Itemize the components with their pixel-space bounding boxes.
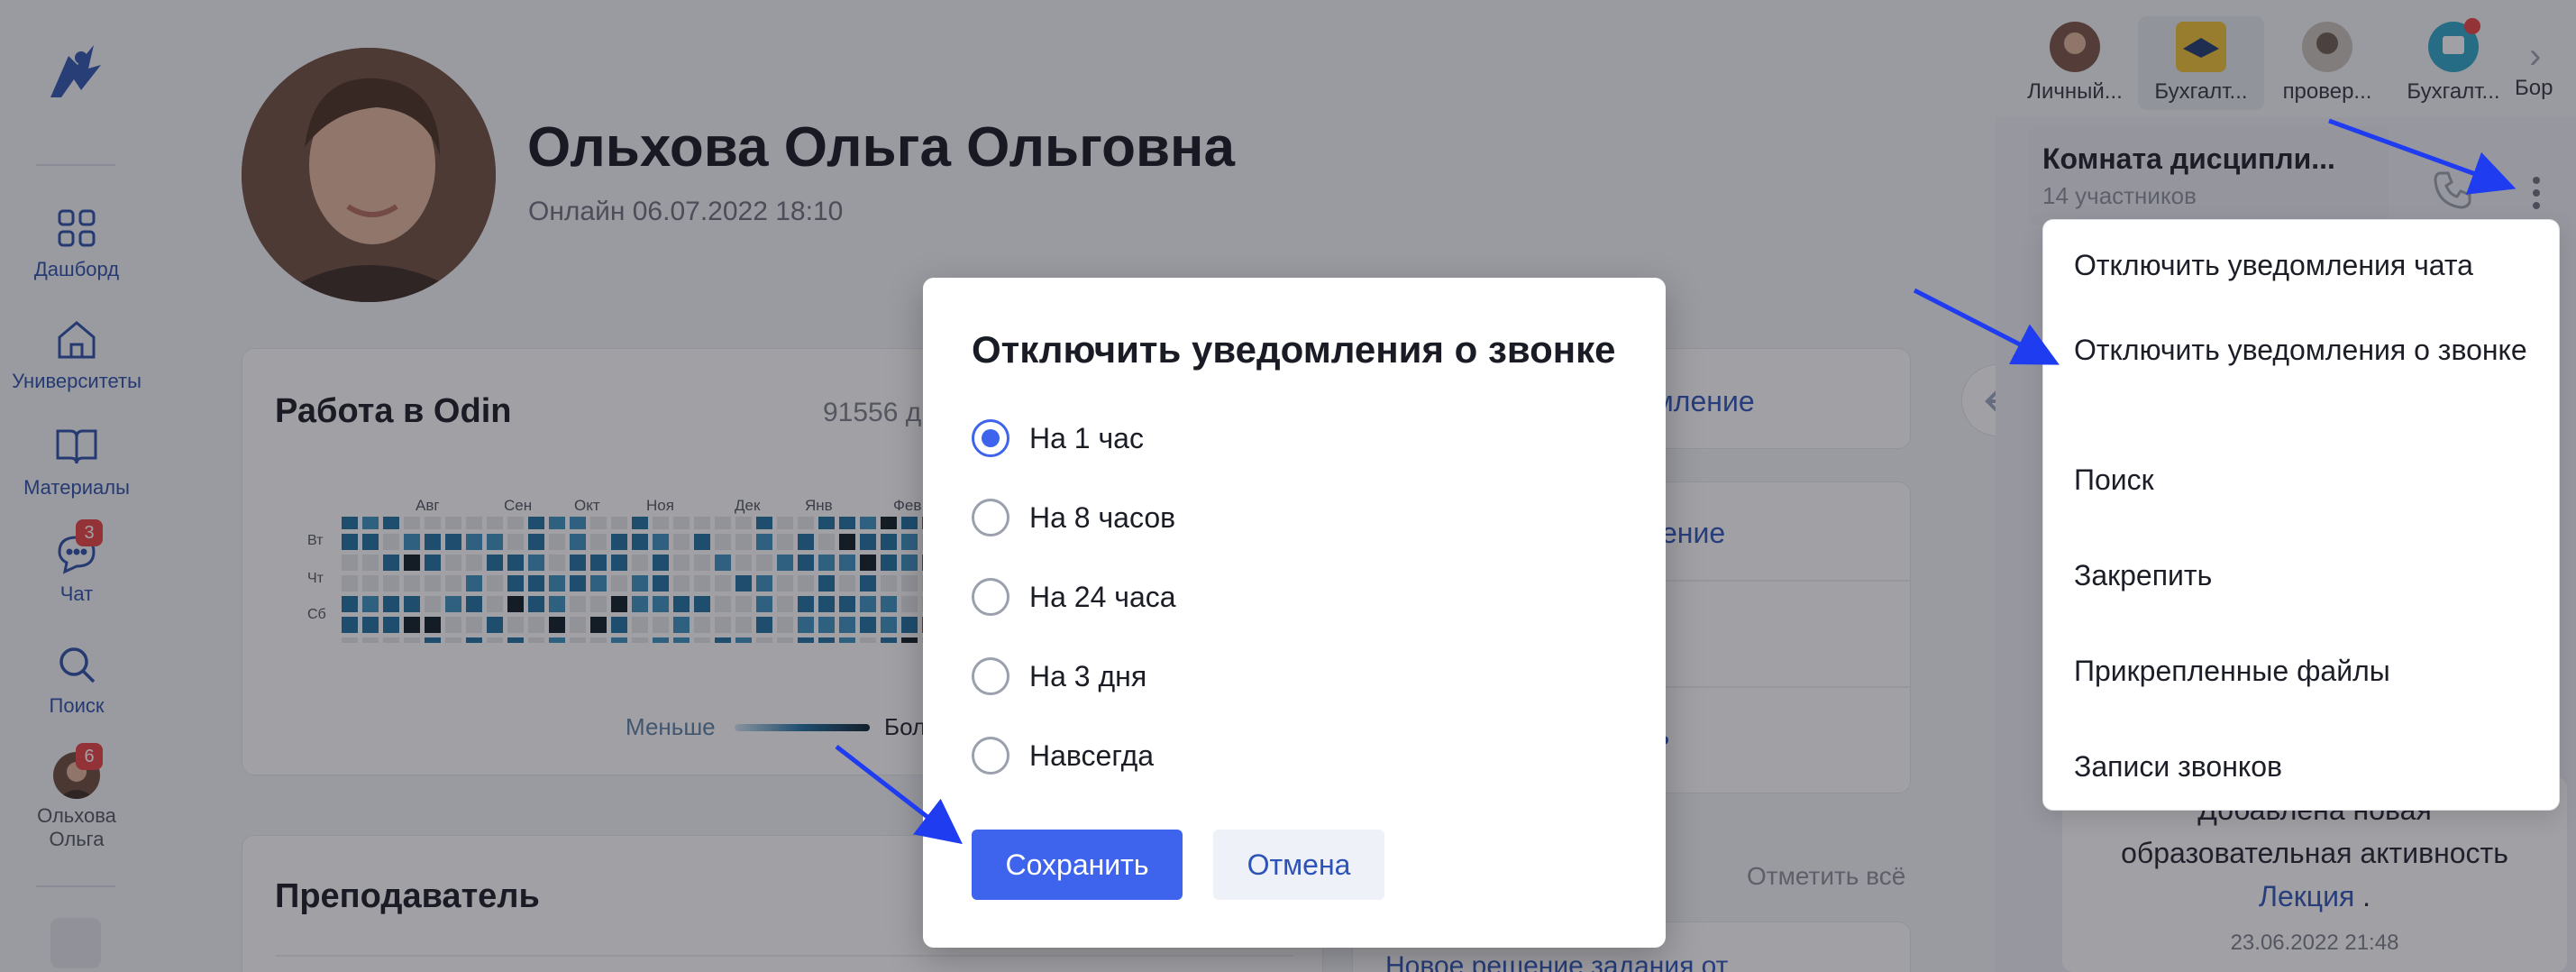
cancel-button[interactable]: Отмена — [1213, 830, 1384, 900]
mute-calls-dialog: Отключить уведомления о звонке На 1 час … — [923, 278, 1666, 948]
menu-item-mute-calls[interactable]: Отключить уведомления о звонке — [2074, 328, 2543, 371]
menu-item-pinned-files[interactable]: Прикрепленные файлы — [2074, 649, 2543, 692]
radio-button[interactable] — [972, 657, 1009, 695]
option-label: На 24 часа — [1029, 580, 1176, 613]
option-label: На 3 дня — [1029, 659, 1147, 692]
option-1-hour[interactable]: На 1 час — [972, 417, 1144, 460]
option-forever[interactable]: Навсегда — [972, 734, 1154, 777]
radio-button[interactable] — [972, 737, 1009, 775]
radio-button[interactable] — [972, 578, 1009, 616]
option-label: Навсегда — [1029, 738, 1155, 772]
radio-button[interactable] — [972, 499, 1009, 536]
menu-item-call-recordings[interactable]: Записи звонков — [2074, 745, 2543, 788]
menu-item-mute-chat[interactable]: Отключить уведомления чата — [2074, 243, 2543, 287]
menu-item-search[interactable]: Поиск — [2074, 458, 2543, 501]
chat-options-menu: Отключить уведомления чата Отключить уве… — [2042, 219, 2560, 811]
radio-button[interactable] — [972, 419, 1009, 457]
option-8-hours[interactable]: На 8 часов — [972, 496, 1175, 539]
option-24-hours[interactable]: На 24 часа — [972, 575, 1176, 619]
save-button[interactable]: Сохранить — [972, 830, 1183, 900]
option-3-days[interactable]: На 3 дня — [972, 655, 1146, 698]
dialog-title: Отключить уведомления о звонке — [972, 328, 1616, 371]
option-label: На 1 час — [1029, 421, 1144, 454]
option-label: На 8 часов — [1029, 500, 1176, 534]
menu-item-pin[interactable]: Закрепить — [2074, 554, 2543, 597]
